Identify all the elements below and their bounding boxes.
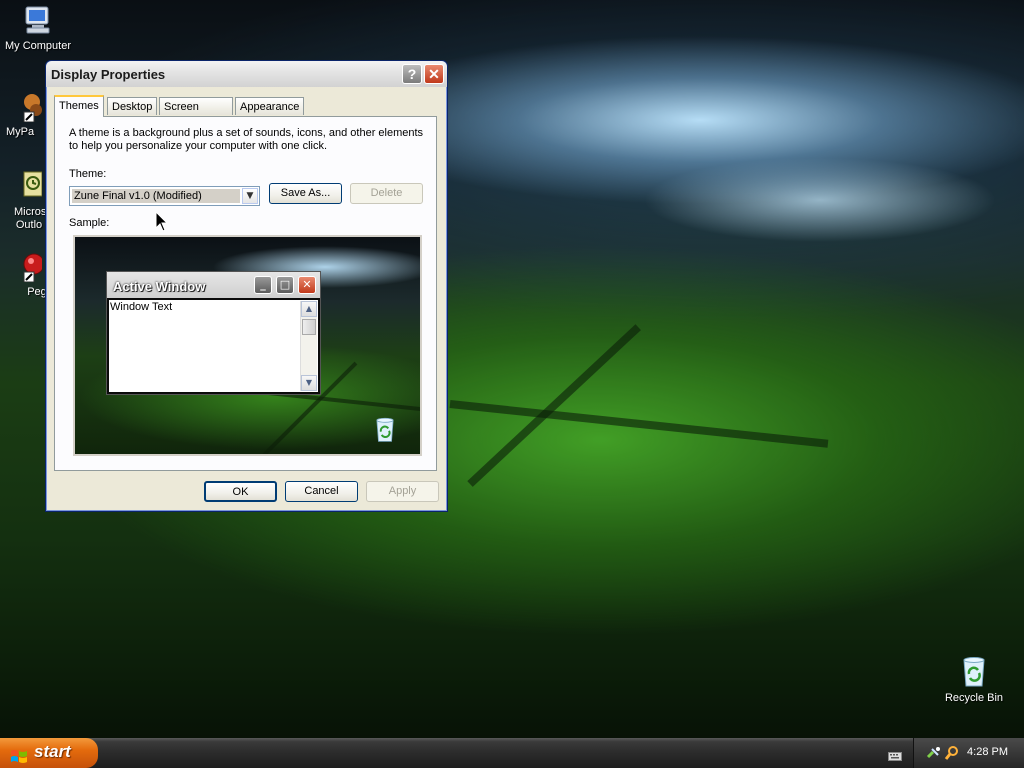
start-label: start [34, 742, 71, 761]
desktop-icon-label: Recycle Bin [944, 692, 1004, 704]
theme-description: A theme is a background plus a set of so… [69, 127, 424, 152]
scroll-thumb [302, 319, 316, 335]
tab-appearance[interactable]: Appearance [235, 97, 304, 115]
sample-active-window: Active Window _ □ ✕ Window Text ▲ ▼ [106, 271, 321, 395]
display-properties-dialog: Display Properties ? ✕ Themes Desktop Sc… [45, 60, 448, 512]
taskbar: start 4:28 PM [0, 738, 1024, 768]
desktop-icon-my-computer[interactable]: My Computer [0, 4, 76, 53]
sample-window-text: Window Text [110, 301, 173, 313]
sample-label: Sample: [69, 217, 110, 229]
chevron-down-icon[interactable]: ▼ [242, 188, 258, 204]
dialog-title-bar[interactable]: Display Properties ? ✕ [46, 61, 447, 87]
search-icon[interactable] [944, 745, 960, 761]
network-icon[interactable] [926, 745, 942, 761]
start-button[interactable]: start [0, 738, 98, 768]
computer-icon [22, 4, 54, 36]
keyboard-icon[interactable] [888, 747, 902, 761]
desktop-icon-recycle-bin[interactable]: Recycle Bin [936, 656, 1012, 705]
close-button[interactable]: ✕ [424, 64, 444, 84]
sample-window-body: Window Text ▲ ▼ [109, 300, 318, 392]
tab-themes[interactable]: Themes [54, 95, 104, 117]
tab-desktop[interactable]: Desktop [107, 97, 157, 115]
sample-window-title-bar: Active Window _ □ ✕ [107, 272, 320, 298]
cancel-button[interactable]: Cancel [285, 481, 358, 502]
theme-dropdown[interactable]: Zune Final v1.0 (Modified) ▼ [69, 186, 260, 206]
mouse-cursor-icon [155, 210, 169, 237]
outlook-icon [10, 170, 43, 202]
recycle-bin-icon [958, 656, 990, 688]
apply-button[interactable]: Apply [366, 481, 439, 502]
sample-scrollbar: ▲ ▼ [300, 301, 317, 391]
theme-sample-preview: Active Window _ □ ✕ Window Text ▲ ▼ [73, 235, 422, 456]
sample-window-title: Active Window [113, 279, 206, 294]
scroll-up-icon: ▲ [301, 301, 317, 317]
tab-screen-saver[interactable]: Screen Saver [159, 97, 233, 131]
help-button[interactable]: ? [402, 64, 422, 84]
themes-panel: A theme is a background plus a set of so… [54, 116, 437, 471]
dialog-title: Display Properties [51, 67, 166, 82]
ok-button[interactable]: OK [204, 481, 277, 502]
desktop-icon-label: Micros Outlo [14, 206, 47, 231]
save-as-button[interactable]: Save As... [269, 183, 342, 204]
scroll-down-icon: ▼ [301, 375, 317, 391]
minimize-icon: _ [254, 276, 272, 294]
clock[interactable]: 4:28 PM [967, 746, 1008, 758]
system-tray: 4:28 PM [913, 738, 1024, 768]
windows-flag-icon [10, 745, 28, 763]
sample-recycle-bin-icon [372, 417, 398, 443]
wallpaper-shadow-line [449, 400, 829, 448]
delete-button[interactable]: Delete [350, 183, 423, 204]
close-icon: ✕ [298, 276, 316, 294]
theme-label: Theme: [69, 168, 107, 180]
theme-dropdown-value: Zune Final v1.0 (Modified) [72, 189, 240, 203]
mypa-icon [10, 90, 42, 123]
desktop-icon-label: My Computer [4, 40, 72, 52]
peg-icon [10, 250, 45, 283]
maximize-icon: □ [276, 276, 294, 294]
